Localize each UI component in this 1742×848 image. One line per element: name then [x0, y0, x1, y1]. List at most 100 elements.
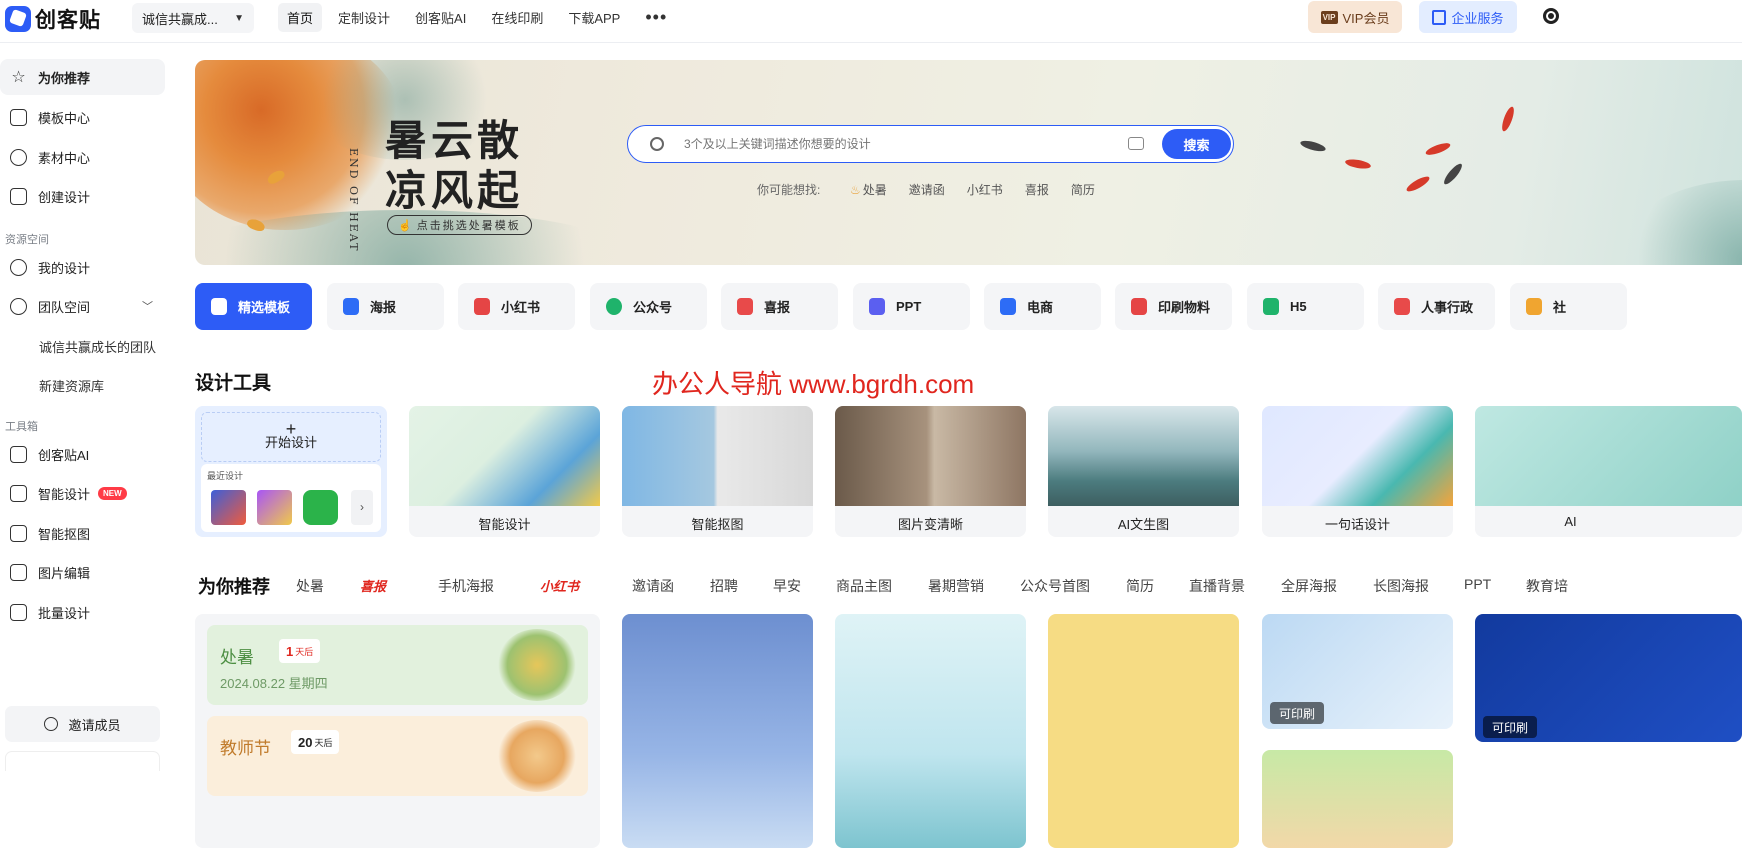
holiday-card[interactable]: 处暑 1 天后 2024.08.22 星期四: [207, 625, 588, 705]
category-social[interactable]: 社: [1510, 283, 1627, 330]
sidebar-item-recommend[interactable]: ☆ 为你推荐: [0, 59, 165, 95]
search-input[interactable]: [684, 126, 1114, 161]
sidebar-item-ai[interactable]: 创客贴AI: [0, 436, 165, 472]
camera-icon[interactable]: [1128, 137, 1144, 150]
rec-tab[interactable]: 长图海报: [1373, 576, 1429, 596]
hot-word[interactable]: 邀请函: [909, 181, 945, 198]
rec-tab[interactable]: 教育培: [1526, 576, 1568, 596]
tool-ai-more[interactable]: AI: [1475, 406, 1742, 537]
sidebar-item-label: 创客贴AI: [38, 447, 90, 463]
rec-tab[interactable]: 邀请函: [632, 576, 674, 596]
rec-tab[interactable]: 招聘: [710, 576, 738, 596]
sidebar-item-label: 图片编辑: [38, 565, 91, 581]
start-design-button[interactable]: + 开始设计: [201, 412, 381, 462]
xiaohongshu-icon: [474, 298, 490, 315]
sidebar-team-name[interactable]: 诚信共赢成长的团队: [39, 337, 156, 356]
tool-one-sentence[interactable]: 一句话设计: [1262, 406, 1453, 537]
rec-tab[interactable]: 直播背景: [1189, 576, 1245, 596]
sidebar-item-team-space[interactable]: 团队空间 ﹀: [0, 288, 165, 324]
recent-thumb[interactable]: [211, 490, 246, 525]
holiday-card[interactable]: 教师节 20 天后: [207, 716, 588, 796]
sidebar-item-materials[interactable]: 素材中心: [0, 139, 165, 175]
smart-design-icon: [10, 484, 27, 502]
vip-icon: VIP: [1320, 10, 1338, 24]
shopping-bag-icon: [1000, 298, 1016, 315]
user-icon: [10, 258, 27, 276]
settings-icon[interactable]: [1543, 8, 1559, 24]
category-featured[interactable]: 精选模板: [195, 283, 312, 330]
category-wechat[interactable]: 公众号: [590, 283, 707, 330]
category-print[interactable]: 印刷物料: [1115, 283, 1232, 330]
nav-print[interactable]: 在线印刷: [482, 3, 552, 32]
nav-download-app[interactable]: 下载APP: [559, 3, 629, 32]
rec-tab[interactable]: 早安: [773, 576, 801, 596]
rec-tab-good-news[interactable]: 喜报: [360, 576, 386, 595]
banner-vertical-text: END OF HEAT: [347, 148, 360, 253]
template-card[interactable]: [622, 614, 813, 848]
rec-tab[interactable]: 公众号首图: [1020, 576, 1090, 596]
tool-cutout[interactable]: 智能抠图: [622, 406, 813, 537]
koi-fish-icon: [1424, 140, 1452, 158]
team-selector[interactable]: 诚信共赢成... ▼: [132, 3, 254, 33]
category-good-news[interactable]: 喜报: [721, 283, 838, 330]
hot-word[interactable]: 小红书: [967, 181, 1003, 198]
recent-thumb[interactable]: [257, 490, 292, 525]
hot-word[interactable]: 喜报: [1025, 181, 1049, 198]
template-card[interactable]: [1262, 750, 1453, 848]
invite-member-button[interactable]: 邀请成员: [5, 706, 160, 742]
logo[interactable]: 创客贴: [5, 4, 101, 34]
rec-tab[interactable]: PPT: [1464, 576, 1491, 592]
enterprise-label: 企业服务: [1451, 10, 1504, 26]
more-icon[interactable]: •••: [636, 3, 676, 32]
rec-tab[interactable]: 暑期营销: [928, 576, 984, 596]
caret-down-icon: ▼: [234, 12, 244, 24]
tool-label: AI文生图: [1117, 517, 1170, 532]
rec-tab-xiaohongshu[interactable]: 小红书: [540, 576, 579, 595]
sidebar-item-my-design[interactable]: 我的设计: [0, 249, 165, 285]
sidebar-item-cutout[interactable]: 智能抠图: [0, 515, 165, 551]
category-tabs: 精选模板 海报 小红书 公众号 喜报 PPT 电商 印刷物料 H5 人事行政 社: [195, 283, 1742, 330]
tool-label: AI: [1564, 514, 1577, 529]
banner-cta[interactable]: ☝ 点击挑选处暑模板: [387, 215, 532, 235]
top-bar: 创客贴 诚信共赢成... ▼ 首页 定制设计 创客贴AI 在线印刷 下载APP …: [0, 0, 1742, 43]
chevron-right-icon[interactable]: ›: [351, 490, 373, 525]
sidebar-item-smart-design[interactable]: 智能设计 NEW: [0, 475, 165, 511]
printable-badge: 可印刷: [1270, 702, 1325, 724]
category-ppt[interactable]: PPT: [853, 283, 970, 330]
sidebar-new-library[interactable]: 新建资源库: [39, 376, 104, 395]
category-poster[interactable]: 海报: [327, 283, 444, 330]
template-card[interactable]: 可印刷: [1262, 614, 1453, 729]
enterprise-button[interactable]: 企业服务: [1419, 1, 1517, 33]
template-card[interactable]: 可印刷: [1475, 614, 1742, 742]
rec-tab[interactable]: 商品主图: [836, 576, 892, 596]
nav-home[interactable]: 首页: [278, 3, 323, 32]
sidebar-item-image-edit[interactable]: 图片编辑: [0, 554, 165, 590]
tool-enhance[interactable]: 图片变清晰: [835, 406, 1026, 537]
category-ecommerce[interactable]: 电商: [984, 283, 1101, 330]
category-h5[interactable]: H5: [1247, 283, 1364, 330]
team-icon: [10, 297, 27, 315]
rec-tab[interactable]: 全屏海报: [1281, 576, 1337, 596]
hot-word[interactable]: ♨ 处暑: [850, 181, 887, 198]
sidebar-item-create[interactable]: 创建设计: [0, 178, 165, 214]
nav-ai[interactable]: 创客贴AI: [406, 3, 475, 32]
category-hr[interactable]: 人事行政: [1378, 283, 1495, 330]
tool-ai-image[interactable]: AI文生图: [1048, 406, 1239, 537]
tool-smart-design[interactable]: 智能设计: [409, 406, 600, 537]
category-xiaohongshu[interactable]: 小红书: [458, 283, 575, 330]
hot-word[interactable]: 简历: [1071, 181, 1095, 198]
rec-tab[interactable]: 处暑: [296, 576, 324, 596]
rec-tab[interactable]: 简历: [1126, 576, 1154, 596]
nav-custom-design[interactable]: 定制设计: [329, 3, 399, 32]
template-card[interactable]: [1048, 614, 1239, 848]
hero-banner[interactable]: END OF HEAT 暑云散 凉风起 ☝ 点击挑选处暑模板 搜索 你可能想找:…: [195, 60, 1742, 265]
rec-tab[interactable]: 手机海报: [438, 576, 494, 596]
template-card[interactable]: [835, 614, 1026, 848]
sidebar-item-label: 批量设计: [38, 605, 91, 621]
recent-thumb[interactable]: [303, 490, 338, 525]
vip-button[interactable]: VIP VIP会员: [1308, 1, 1402, 33]
sidebar-item-templates[interactable]: 模板中心: [0, 99, 165, 135]
sidebar-item-batch[interactable]: 批量设计: [0, 594, 165, 630]
tool-thumbnail: [835, 406, 1026, 506]
search-button[interactable]: 搜索: [1162, 129, 1231, 159]
